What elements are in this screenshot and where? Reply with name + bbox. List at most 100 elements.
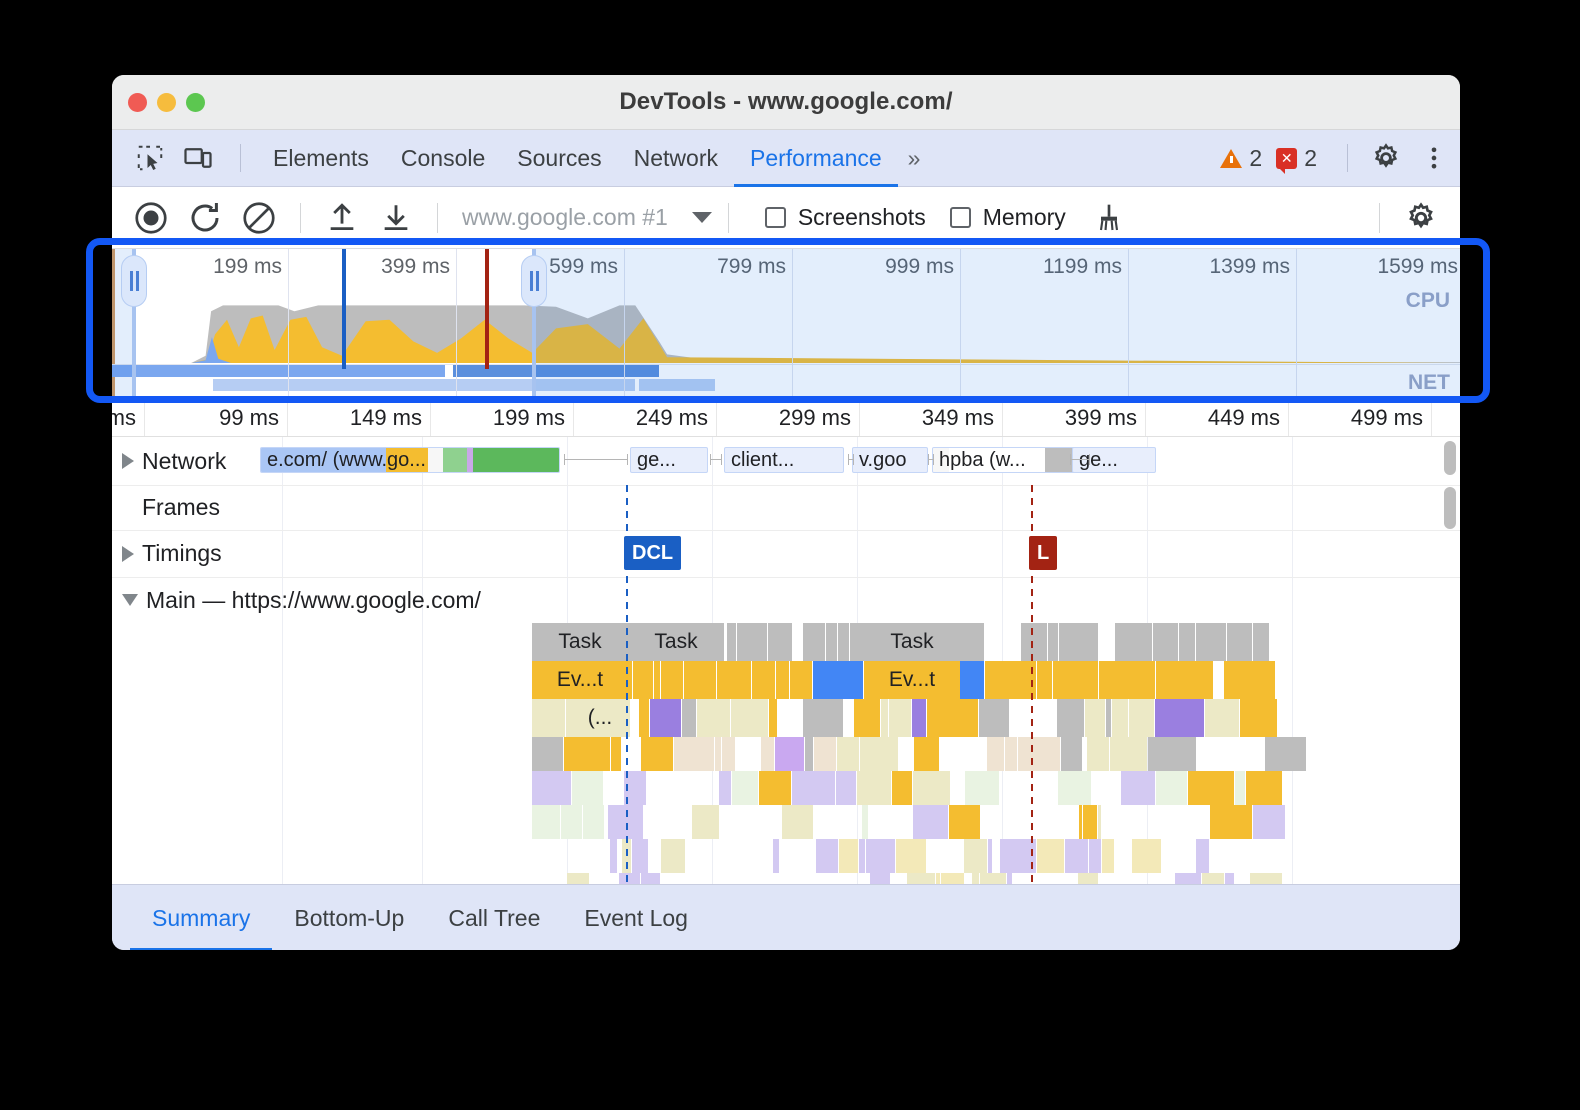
inspect-element-icon[interactable] xyxy=(128,136,172,180)
flame-chart-block[interactable] xyxy=(1037,839,1064,873)
flame-chart-block[interactable] xyxy=(1196,623,1226,661)
flame-chart-row[interactable] xyxy=(112,771,1460,805)
flame-chart-block[interactable] xyxy=(805,737,813,771)
broom-icon[interactable] xyxy=(1084,193,1134,243)
minimize-window-button[interactable] xyxy=(157,93,176,112)
flame-chart-block[interactable] xyxy=(769,699,777,737)
flame-chart-row[interactable] xyxy=(112,805,1460,839)
flame-chart-block[interactable] xyxy=(1005,737,1017,771)
flame-chart-block[interactable] xyxy=(792,771,835,805)
flame-chart-block[interactable] xyxy=(814,737,836,771)
flame-chart-block[interactable] xyxy=(1018,737,1059,771)
flame-chart-block[interactable] xyxy=(1098,805,1101,839)
flame-chart-block-labeled[interactable]: Task xyxy=(628,623,724,661)
flame-chart-block[interactable] xyxy=(532,699,565,737)
flame-chart-row[interactable]: (... xyxy=(112,699,1460,737)
flame-chart-block[interactable] xyxy=(654,661,660,699)
flame-chart-block[interactable] xyxy=(1053,661,1098,699)
flame-chart-block-labeled[interactable]: Ev...t xyxy=(532,661,628,699)
flame-chart-block[interactable] xyxy=(532,805,560,839)
flame-chart-block[interactable] xyxy=(632,839,648,873)
flame-chart-block[interactable] xyxy=(912,699,926,737)
network-request-bar[interactable]: e.com/ (www.go... xyxy=(260,447,560,473)
network-request-bar[interactable]: client... xyxy=(724,447,844,473)
flame-chart-block[interactable] xyxy=(965,771,999,805)
screenshots-checkbox[interactable]: Screenshots xyxy=(765,204,926,231)
flame-chart-block[interactable] xyxy=(731,699,768,737)
flame-chart-block[interactable] xyxy=(661,839,685,873)
flame-chart-block[interactable] xyxy=(1057,699,1083,737)
flame-chart-block[interactable] xyxy=(752,661,775,699)
flame-chart-block[interactable] xyxy=(727,623,736,661)
flame-chart-row[interactable] xyxy=(112,839,1460,873)
flame-chart-block[interactable] xyxy=(1102,839,1114,873)
flame-chart-block[interactable] xyxy=(913,771,950,805)
flame-chart-block[interactable] xyxy=(1156,661,1213,699)
flame-chart-block[interactable] xyxy=(532,771,571,805)
expand-triangle-icon[interactable] xyxy=(122,453,134,469)
flame-chart-block[interactable] xyxy=(987,737,1004,771)
dcl-marker-chip[interactable]: DCL xyxy=(624,536,681,570)
flame-chart-block[interactable] xyxy=(1246,771,1281,805)
flame-chart-block[interactable] xyxy=(1240,699,1277,737)
network-track-label[interactable]: Network xyxy=(122,437,226,485)
window-controls[interactable] xyxy=(128,93,205,112)
frames-track[interactable]: Frames xyxy=(112,485,1460,530)
flame-chart-block[interactable] xyxy=(641,737,673,771)
flame-chart-block[interactable] xyxy=(866,839,895,873)
flame-chart-block[interactable] xyxy=(776,661,789,699)
flame-chart-block[interactable] xyxy=(1235,771,1245,805)
flame-chart-block[interactable] xyxy=(1058,771,1091,805)
flame-chart-block[interactable] xyxy=(719,771,731,805)
device-toolbar-icon[interactable] xyxy=(176,136,220,180)
flame-chart-block[interactable] xyxy=(803,699,843,737)
profile-select[interactable]: www.google.com #1 xyxy=(462,204,712,231)
flame-chart-block[interactable] xyxy=(1121,771,1155,805)
flame-chart-block[interactable] xyxy=(857,771,891,805)
flame-chart-block[interactable] xyxy=(682,699,696,737)
flame-chart-block[interactable] xyxy=(892,771,912,805)
flame-chart-block[interactable] xyxy=(610,839,617,873)
tab-sources[interactable]: Sources xyxy=(501,130,617,187)
flame-chart-block[interactable] xyxy=(1227,623,1253,661)
flame-chart-block[interactable] xyxy=(1048,623,1058,661)
flame-chart-block-labeled[interactable]: Task xyxy=(864,623,960,661)
flame-chart-block[interactable] xyxy=(862,805,868,839)
flame-chart-block[interactable] xyxy=(761,737,774,771)
network-request-bar[interactable]: ge... xyxy=(630,447,708,473)
range-end-handle[interactable] xyxy=(521,255,547,307)
flame-chart-block[interactable] xyxy=(717,661,751,699)
flame-chart-block[interactable] xyxy=(979,699,1009,737)
flame-chart-block[interactable] xyxy=(532,737,563,771)
flame-chart-block[interactable] xyxy=(1210,805,1253,839)
flame-chart-block[interactable] xyxy=(1129,699,1154,737)
flame-chart-row[interactable] xyxy=(112,737,1460,771)
tab-network[interactable]: Network xyxy=(618,130,734,187)
flame-chart-block[interactable] xyxy=(561,805,582,839)
flame-chart-block[interactable] xyxy=(737,623,768,661)
flame-chart-block[interactable] xyxy=(1083,805,1097,839)
flame-chart-block[interactable] xyxy=(1106,699,1111,737)
clear-icon[interactable] xyxy=(234,193,284,243)
collapse-triangle-icon[interactable] xyxy=(122,594,138,606)
timings-track-label[interactable]: Timings xyxy=(122,530,222,577)
flame-chart-block[interactable] xyxy=(775,737,804,771)
reload-and-record-icon[interactable] xyxy=(180,193,230,243)
network-track[interactable]: e.com/ (www.go...ge...client...v.goohpba… xyxy=(112,437,1460,485)
flame-chart-block[interactable] xyxy=(773,839,779,873)
flame-chart-block[interactable] xyxy=(692,805,718,839)
error-badge[interactable]: ✕ 2 xyxy=(1276,145,1317,172)
kebab-menu-icon[interactable] xyxy=(1412,136,1456,180)
flame-chart-block[interactable] xyxy=(838,623,849,661)
flame-chart-block[interactable] xyxy=(839,839,858,873)
flame-chart-block[interactable] xyxy=(1065,839,1088,873)
tab-call-tree[interactable]: Call Tree xyxy=(426,885,562,951)
flame-chart-block[interactable] xyxy=(1112,699,1128,737)
range-start-handle[interactable] xyxy=(121,255,147,307)
flame-chart-block[interactable] xyxy=(1132,839,1162,873)
flame-chart-block[interactable] xyxy=(1087,737,1109,771)
memory-checkbox[interactable]: Memory xyxy=(950,204,1066,231)
flame-chart-block[interactable] xyxy=(1188,771,1235,805)
flame-chart-block[interactable] xyxy=(715,737,721,771)
vertical-scrollbar-thumb-top[interactable] xyxy=(1444,441,1456,475)
